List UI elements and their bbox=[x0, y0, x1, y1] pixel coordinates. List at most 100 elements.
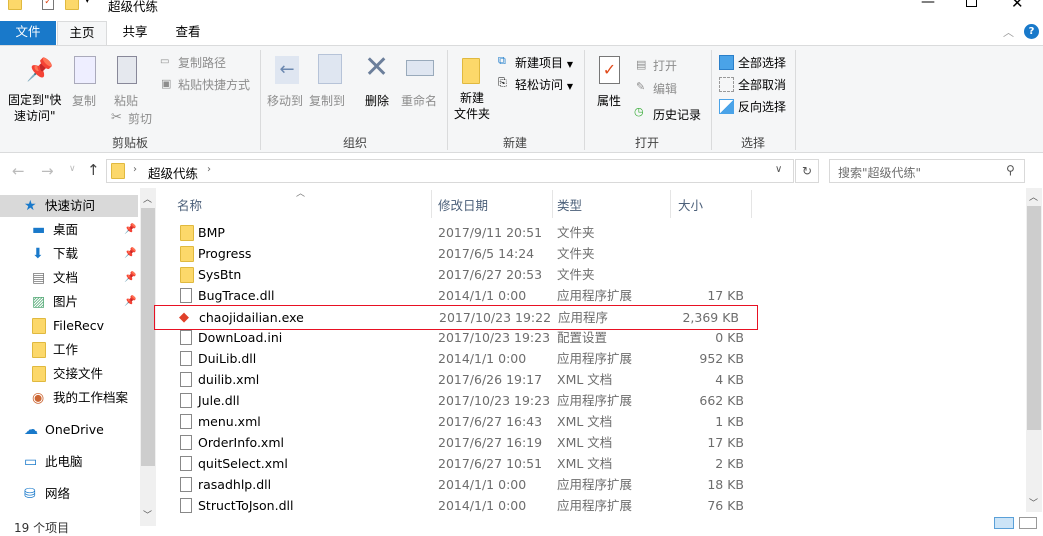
file-name: menu.xml bbox=[198, 414, 261, 429]
easy-access-button[interactable]: 轻松访问 ▼ bbox=[515, 76, 573, 93]
forward-button[interactable]: → bbox=[41, 162, 54, 180]
address-bar[interactable]: › 超级代练 › ∨ bbox=[106, 159, 794, 183]
properties-button[interactable]: 属性 bbox=[597, 92, 621, 109]
edit-button[interactable]: 编辑 bbox=[653, 80, 677, 97]
sidebar-item[interactable]: ◉ 我的工作档案 bbox=[0, 387, 138, 409]
breadcrumb-chevron-icon[interactable]: › bbox=[207, 164, 211, 175]
new-folder-button[interactable]: 新建 文件夹 bbox=[454, 90, 490, 122]
details-view-button[interactable] bbox=[994, 517, 1014, 529]
file-list-scrollbar-thumb[interactable] bbox=[1027, 206, 1041, 430]
sidebar-scrollbar-thumb[interactable] bbox=[141, 208, 155, 466]
column-header-type[interactable]: 类型 bbox=[557, 195, 582, 214]
open-button[interactable]: 打开 bbox=[653, 57, 677, 74]
star-icon: ★ bbox=[24, 198, 37, 214]
column-header-size[interactable]: 大小 bbox=[678, 195, 703, 214]
pin-icon[interactable]: 📌 bbox=[124, 219, 136, 241]
qat-dropdown-icon[interactable]: ▾ bbox=[85, 0, 90, 6]
delete-button[interactable]: 删除 bbox=[365, 92, 389, 109]
tab-home[interactable]: 主页 bbox=[57, 21, 107, 46]
history-button[interactable]: 历史记录 bbox=[653, 106, 701, 123]
tab-view[interactable]: 查看 bbox=[163, 21, 213, 45]
refresh-button[interactable]: ↻ bbox=[795, 159, 819, 183]
sidebar-item[interactable]: ▤ 文档 📌 bbox=[0, 267, 138, 289]
file-row[interactable]: StructToJson.dll 2014/1/1 0:00 应用程序扩展 76 KB bbox=[170, 495, 760, 516]
sidebar-item[interactable]: ⬇ 下载 📌 bbox=[0, 243, 138, 265]
file-date: 2017/10/23 19:22 bbox=[439, 310, 552, 325]
back-button[interactable]: ← bbox=[12, 162, 25, 180]
column-divider[interactable] bbox=[552, 190, 553, 218]
sidebar-item[interactable]: ★ 快速访问 bbox=[0, 195, 138, 217]
address-dropdown-icon[interactable]: ∨ bbox=[775, 164, 782, 175]
sidebar-item[interactable]: ☁ OneDrive bbox=[0, 419, 138, 441]
file-row[interactable]: OrderInfo.xml 2017/6/27 16:19 XML 文档 17 KB bbox=[170, 432, 760, 453]
move-to-button[interactable]: 移动到 bbox=[267, 92, 303, 109]
rename-button[interactable]: 重命名 bbox=[401, 92, 437, 109]
new-folder-qat-icon[interactable] bbox=[65, 0, 79, 10]
file-row[interactable]: Jule.dll 2017/10/23 19:23 应用程序扩展 662 KB bbox=[170, 390, 760, 411]
recent-locations-icon[interactable]: ∨ bbox=[69, 164, 76, 174]
sidebar-item[interactable]: 工作 bbox=[0, 339, 138, 361]
sidebar-item[interactable]: ▬ 桌面 📌 bbox=[0, 219, 138, 241]
file-row[interactable]: SysBtn 2017/6/27 20:53 文件夹 bbox=[170, 264, 760, 285]
column-divider[interactable] bbox=[431, 190, 432, 218]
file-row[interactable]: rasadhlp.dll 2014/1/1 0:00 应用程序扩展 18 KB bbox=[170, 474, 760, 495]
folder-icon bbox=[111, 163, 125, 179]
file-row[interactable]: BugTrace.dll 2014/1/1 0:00 应用程序扩展 17 KB bbox=[170, 285, 760, 306]
sidebar-item[interactable]: ▭ 此电脑 bbox=[0, 451, 138, 473]
properties-qat-icon[interactable]: ✓ bbox=[42, 0, 54, 10]
column-header-name[interactable]: 名称 bbox=[177, 195, 202, 214]
new-item-button[interactable]: 新建项目 ▼ bbox=[515, 54, 573, 71]
scroll-up-icon[interactable]: ︿ bbox=[143, 192, 152, 205]
copy-to-button[interactable]: 复制到 bbox=[309, 92, 345, 109]
scroll-up-icon[interactable]: ︿ bbox=[1029, 190, 1038, 203]
select-none-button[interactable]: 全部取消 bbox=[738, 76, 786, 93]
file-row[interactable]: duilib.xml 2017/6/26 19:17 XML 文档 4 KB bbox=[170, 369, 760, 390]
pin-quick-access-button[interactable]: 固定到"快 速访问" bbox=[8, 92, 62, 124]
file-list-scrollbar[interactable]: ︿ ﹀ bbox=[1026, 188, 1042, 512]
file-type: XML 文档 bbox=[557, 456, 613, 471]
sidebar-item[interactable]: FileRecv bbox=[0, 315, 138, 337]
column-header-date[interactable]: 修改日期 bbox=[438, 195, 488, 214]
file-row[interactable]: DuiLib.dll 2014/1/1 0:00 应用程序扩展 952 KB bbox=[170, 348, 760, 369]
sidebar-item[interactable]: ▨ 图片 📌 bbox=[0, 291, 138, 313]
pin-icon[interactable]: 📌 bbox=[124, 291, 136, 313]
file-row[interactable]: Progress 2017/6/5 14:24 文件夹 bbox=[170, 243, 760, 264]
pin-icon[interactable]: 📌 bbox=[124, 267, 136, 289]
paste-shortcut-button[interactable]: 粘贴快捷方式 bbox=[178, 76, 250, 93]
sidebar-item[interactable]: ⛁ 网络 bbox=[0, 483, 138, 505]
copy-button[interactable]: 复制 bbox=[72, 92, 96, 109]
file-type: 应用程序扩展 bbox=[557, 498, 633, 513]
breadcrumb-current[interactable]: 超级代练 bbox=[148, 163, 198, 182]
rename-icon bbox=[406, 60, 434, 76]
cut-button[interactable]: 剪切 bbox=[128, 110, 152, 127]
invert-selection-button[interactable]: 反向选择 bbox=[738, 98, 786, 115]
maximize-button[interactable] bbox=[966, 0, 977, 7]
copy-path-button[interactable]: 复制路径 bbox=[178, 54, 226, 71]
search-input[interactable]: 搜索"超级代练" ⚲ bbox=[829, 159, 1025, 183]
tab-share[interactable]: 共享 bbox=[110, 21, 160, 45]
search-icon: ⚲ bbox=[1006, 163, 1015, 177]
file-row[interactable]: BMP 2017/9/11 20:51 文件夹 bbox=[170, 222, 760, 243]
tab-file[interactable]: 文件 bbox=[0, 21, 56, 45]
sidebar-scrollbar[interactable]: ︿ ﹀ bbox=[140, 188, 156, 526]
scroll-down-icon[interactable]: ﹀ bbox=[143, 508, 152, 521]
collapse-ribbon-icon[interactable]: ︿ bbox=[1003, 24, 1014, 40]
select-all-button[interactable]: 全部选择 bbox=[738, 54, 786, 71]
large-icons-view-button[interactable] bbox=[1019, 517, 1037, 529]
pin-icon[interactable]: 📌 bbox=[124, 243, 136, 265]
file-row[interactable]: DownLoad.ini 2017/10/23 19:23 配置设置 0 KB bbox=[170, 327, 760, 348]
scroll-down-icon[interactable]: ﹀ bbox=[1029, 496, 1038, 509]
column-divider[interactable] bbox=[751, 190, 752, 218]
sidebar-item[interactable]: 交接文件 bbox=[0, 363, 138, 385]
file-name: Jule.dll bbox=[198, 393, 240, 408]
close-button[interactable]: ✕ bbox=[1011, 0, 1024, 12]
delete-icon: ✕ bbox=[364, 50, 390, 85]
up-button[interactable]: ↑ bbox=[87, 161, 100, 179]
paste-button[interactable]: 粘贴 bbox=[114, 92, 138, 109]
help-icon[interactable]: ? bbox=[1024, 24, 1039, 39]
file-row[interactable]: quitSelect.xml 2017/6/27 10:51 XML 文档 2 KB bbox=[170, 453, 760, 474]
file-type: 配置设置 bbox=[557, 330, 608, 345]
column-divider[interactable] bbox=[670, 190, 671, 218]
minimize-button[interactable]: — bbox=[921, 0, 935, 10]
file-row[interactable]: menu.xml 2017/6/27 16:43 XML 文档 1 KB bbox=[170, 411, 760, 432]
